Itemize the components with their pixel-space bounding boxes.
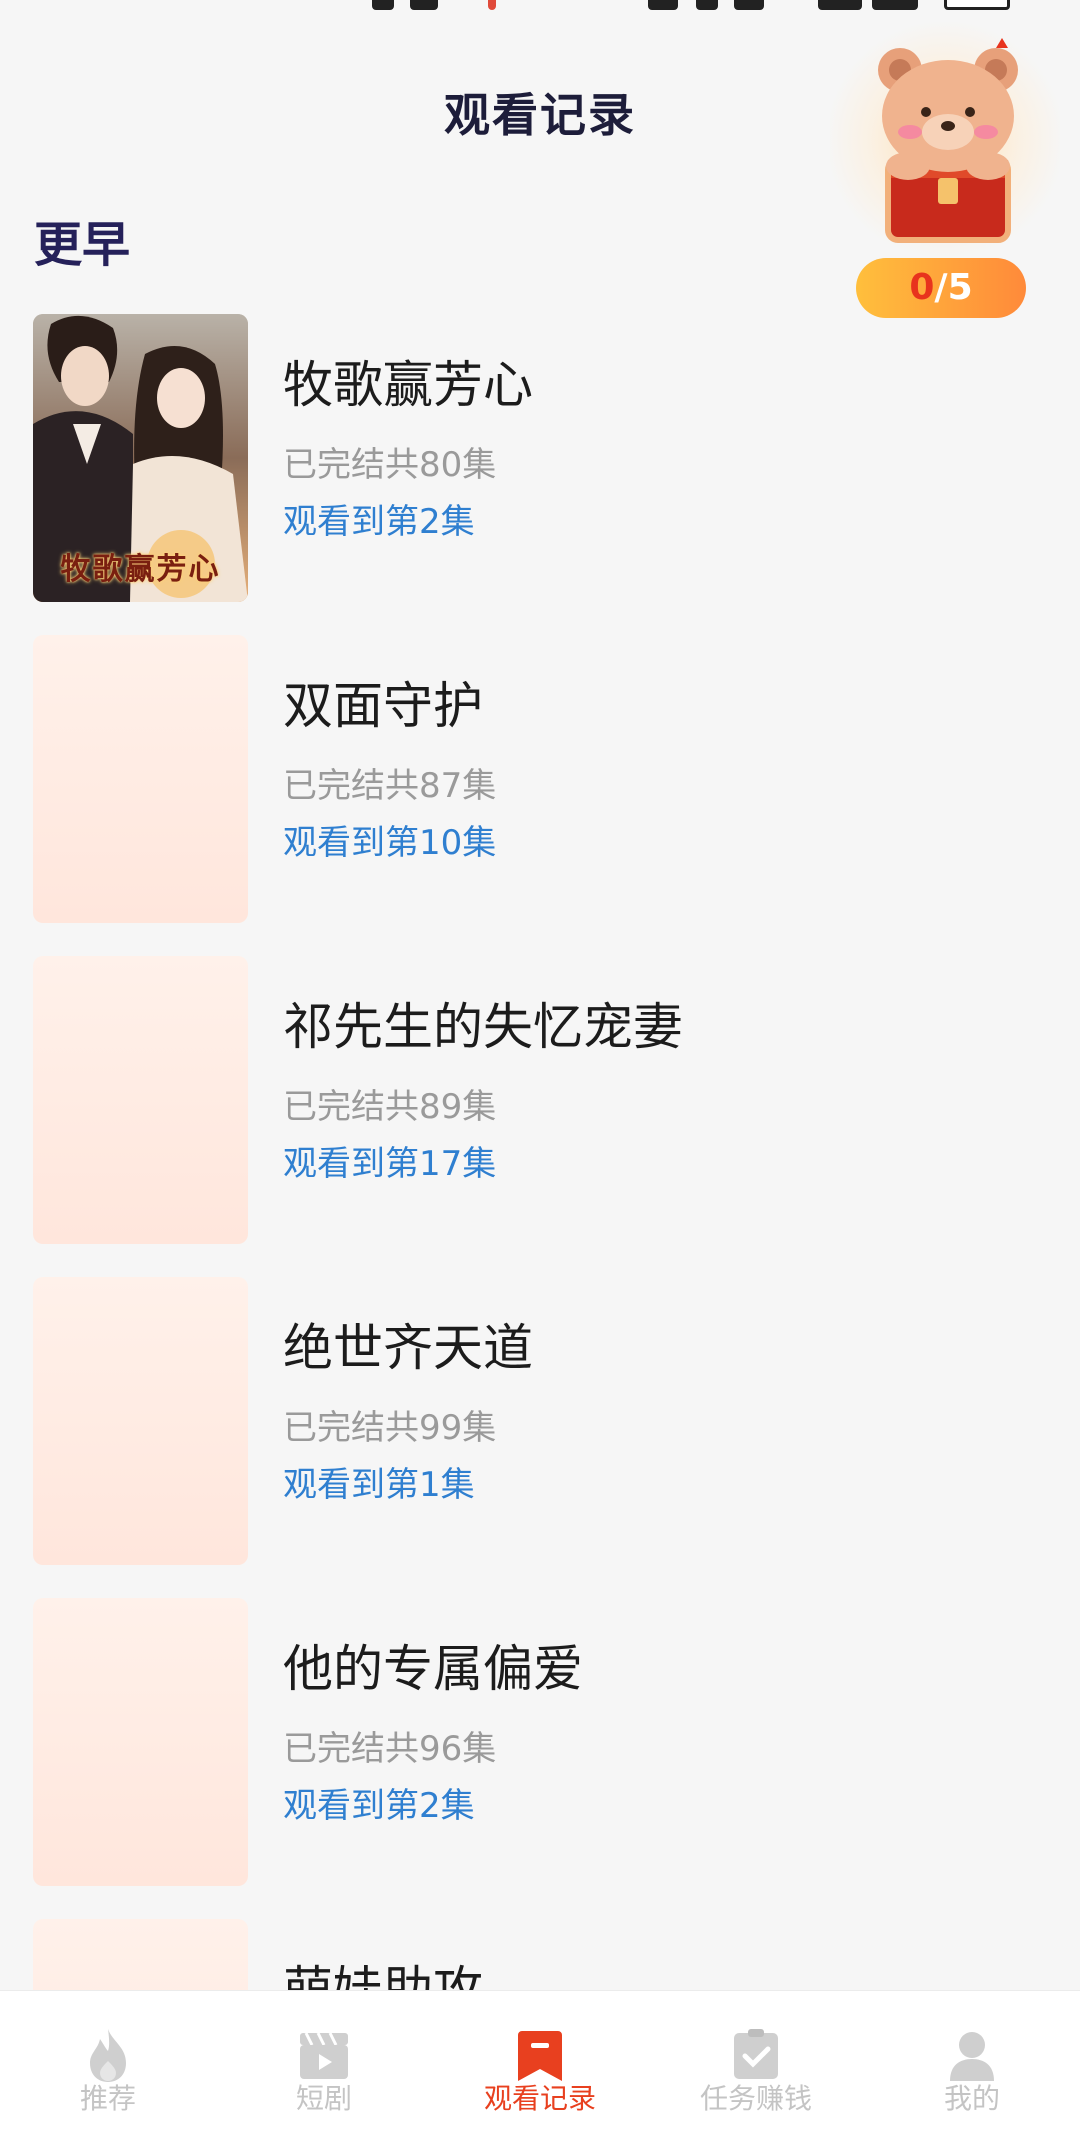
watch-progress: 观看到第2集: [283, 502, 475, 542]
reward-progress-badge: 0/5: [856, 258, 1026, 318]
status-bar: [0, 0, 1080, 14]
episode-count: 已完结共87集: [283, 766, 497, 806]
tab-short-drama[interactable]: 短剧: [216, 1991, 432, 2153]
list-item[interactable]: 双面守护 已完结共87集 观看到第10集: [0, 635, 1080, 925]
watch-progress: 观看到第17集: [283, 1144, 497, 1184]
reward-progress-separator: /: [934, 267, 948, 308]
cover-caption: 牧歌赢芳心: [60, 552, 221, 587]
drama-cover-placeholder: [33, 1598, 248, 1886]
task-check-icon: [734, 2029, 778, 2079]
list-item[interactable]: 他的专属偏爱 已完结共96集 观看到第2集: [0, 1598, 1080, 1888]
drama-title: 绝世齐天道: [283, 1319, 533, 1377]
drama-title: 他的专属偏爱: [283, 1640, 583, 1698]
reward-widget[interactable]: 0/5: [830, 20, 1060, 320]
drama-cover-placeholder: [33, 635, 248, 923]
tab-label: 推荐: [79, 2082, 136, 2115]
watch-progress: 观看到第2集: [283, 1786, 475, 1826]
list-item[interactable]: 牧歌赢芳心 牧歌赢芳心 已完结共80集 观看到第2集: [0, 314, 1080, 604]
episode-count: 已完结共89集: [283, 1087, 497, 1127]
watch-progress: 观看到第10集: [283, 823, 497, 863]
tab-label: 任务赚钱: [699, 2082, 812, 2115]
episode-count: 已完结共96集: [283, 1729, 497, 1769]
section-title: 更早: [34, 217, 131, 273]
bottom-tab-bar: 推荐 短剧 观看记录 任务赚钱 我的: [0, 1990, 1080, 2153]
list-item[interactable]: 祁先生的失忆宠妻 已完结共89集 观看到第17集: [0, 956, 1080, 1246]
drama-title: 牧歌赢芳心: [283, 356, 533, 414]
bookmark-icon: [518, 2031, 562, 2081]
tab-recommend[interactable]: 推荐: [0, 1991, 216, 2153]
drama-cover-placeholder: [33, 1277, 248, 1565]
tab-profile[interactable]: 我的: [864, 1991, 1080, 2153]
tab-label: 短剧: [295, 2082, 352, 2115]
tab-label: 我的: [943, 2082, 1000, 2115]
drama-title: 祁先生的失忆宠妻: [283, 998, 683, 1056]
drama-cover-placeholder: [33, 956, 248, 1244]
tab-tasks[interactable]: 任务赚钱: [648, 1991, 864, 2153]
flame-icon: [90, 2029, 126, 2082]
bear-treasure-chest-icon: [878, 38, 1018, 243]
tab-watch-history[interactable]: 观看记录: [432, 1991, 648, 2153]
list-item[interactable]: 绝世齐天道 已完结共99集 观看到第1集: [0, 1277, 1080, 1567]
clapperboard-icon: [300, 2032, 348, 2079]
drama-title: 双面守护: [283, 677, 483, 735]
episode-count: 已完结共99集: [283, 1408, 497, 1448]
tab-label: 观看记录: [483, 2082, 596, 2115]
drama-cover: 牧歌赢芳心: [33, 314, 248, 602]
episode-count: 已完结共80集: [283, 445, 497, 485]
user-icon: [950, 2032, 994, 2081]
reward-progress-total: 5: [947, 267, 973, 308]
reward-progress-current: 0: [909, 267, 935, 308]
watch-progress: 观看到第1集: [283, 1465, 475, 1505]
